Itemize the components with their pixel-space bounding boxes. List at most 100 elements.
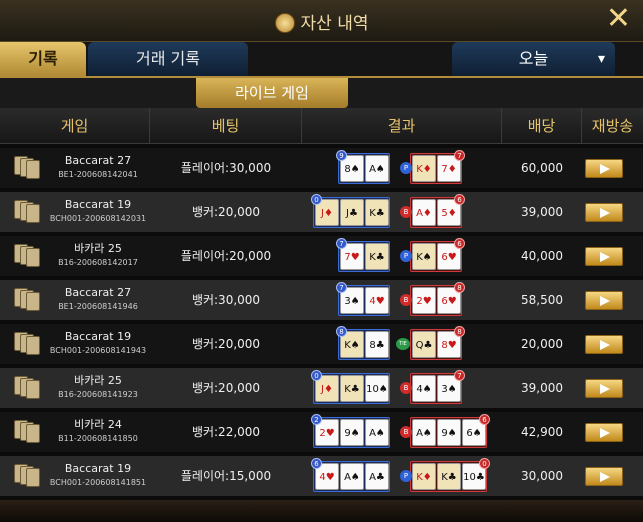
game-name: 비카라 24 B11-200608141850: [48, 418, 148, 446]
replay-button[interactable]: [585, 379, 623, 398]
playing-card: A♦: [412, 199, 436, 226]
banker-hand: K♠ 6♥ 6: [410, 238, 465, 272]
playing-card: A♠: [365, 419, 389, 446]
table-header: 게임 베팅 결과 배당 재방송: [0, 108, 643, 144]
table-row: 바카라 25 B16-200608142017 플레이어:20,000 7♥ K♣ 7 K♠…: [0, 236, 643, 276]
game-round-id: BE1-200608142041: [58, 170, 138, 179]
card-shape: [26, 292, 40, 311]
tab-row: 기록 거래 기록 오늘 ▾: [0, 42, 643, 76]
playing-card: K♦: [412, 155, 436, 182]
playing-card: 8♣: [365, 331, 389, 358]
game-title: 바카라 25: [74, 374, 122, 387]
playing-card: A♣: [365, 463, 389, 490]
subtab-live-game[interactable]: 라이브 게임: [196, 78, 348, 108]
cards-icon: [14, 200, 40, 223]
banker-score: 6: [454, 238, 465, 249]
player-hand: 4♥ A♠ A♣ 6: [311, 458, 390, 492]
player-hand: 8♠ A♠ 9: [336, 150, 390, 184]
replay-button[interactable]: [585, 159, 623, 178]
replay-button[interactable]: [585, 203, 623, 222]
game-round-id: BE1-200608141946: [58, 302, 138, 311]
close-icon[interactable]: ✕: [606, 4, 631, 34]
game-name: 바카라 25 B16-200608141923: [48, 374, 148, 402]
footer-background: [0, 500, 643, 522]
period-dropdown[interactable]: 오늘 ▾: [452, 42, 615, 76]
table-row: 비카라 24 B11-200608141850 뱅커:22,000 2♥ 9♠ A♠ 2 A♠…: [0, 412, 643, 452]
payout-amount: 60,000: [521, 161, 563, 175]
bet-amount: 뱅커:20,000: [191, 337, 261, 351]
playing-card: A♠: [412, 419, 436, 446]
player-score: 7: [336, 238, 347, 249]
coin-icon: [274, 13, 295, 33]
cards-icon: [14, 376, 40, 399]
header-bet: 베팅: [150, 108, 302, 144]
tab-transactions[interactable]: 거래 기록: [88, 42, 248, 76]
banker-hand: 2♥ 6♥ 8: [410, 282, 465, 316]
replay-button[interactable]: [585, 247, 623, 266]
game-name: Baccarat 19 BCH001-200608142031: [48, 198, 148, 226]
replay-button[interactable]: [585, 423, 623, 442]
playing-card: K♦: [412, 463, 436, 490]
banker-hand: 4♠ 3♠ 7: [410, 370, 465, 404]
game-title: 비카라 24: [74, 418, 122, 431]
player-score: 6: [311, 458, 322, 469]
winner-badge: B: [400, 426, 412, 438]
winner-badge: B: [400, 294, 412, 306]
tab-records[interactable]: 기록: [0, 42, 86, 76]
playing-card: K♣: [340, 375, 364, 402]
player-hand: K♠ 8♣ 8: [336, 326, 390, 360]
game-title: Baccarat 27: [64, 154, 132, 167]
table-row: Baccarat 27 BE1-200608141946 뱅커:30,000 3♠ 4♥…: [0, 280, 643, 320]
table-row: Baccarat 19 BCH001-200608141943 뱅커:20,000 K…: [0, 324, 643, 364]
winner-badge: P: [400, 470, 412, 482]
player-score: 2: [311, 414, 322, 425]
playing-card: K♠: [412, 243, 436, 270]
game-round-id: B16-200608141923: [58, 390, 138, 399]
replay-button[interactable]: [585, 467, 623, 486]
game-name: 바카라 25 B16-200608142017: [48, 242, 148, 270]
playing-card: J♣: [340, 199, 364, 226]
banker-score: 8: [454, 326, 465, 337]
card-shape: [26, 204, 40, 223]
bet-amount: 뱅커:20,000: [191, 205, 261, 219]
game-title: Baccarat 19: [64, 198, 132, 211]
game-round-id: BCH001-200608141943: [49, 346, 147, 355]
game-title: Baccarat 19: [64, 330, 132, 343]
banker-hand: Q♣ 8♥ 8: [410, 326, 465, 360]
player-score: 7: [336, 282, 347, 293]
playing-card: 4♥: [365, 287, 389, 314]
playing-card: K♣: [437, 463, 461, 490]
game-round-id: B16-200608142017: [58, 258, 138, 267]
cards-icon: [14, 288, 40, 311]
banker-score: 8: [454, 282, 465, 293]
game-round-id: B11-200608141850: [58, 434, 138, 443]
bet-amount: 플레이어:15,000: [180, 469, 272, 483]
dialog-title: 자산 내역: [0, 9, 643, 34]
replay-button[interactable]: [585, 291, 623, 310]
player-score: 0: [311, 370, 322, 381]
replay-button[interactable]: [585, 335, 623, 354]
payout-amount: 58,500: [521, 293, 563, 307]
cards-icon: [14, 332, 40, 355]
player-hand: 7♥ K♣ 7: [336, 238, 390, 272]
bet-amount: 뱅커:20,000: [191, 381, 261, 395]
player-score: 8: [336, 326, 347, 337]
winner-badge: B: [400, 206, 412, 218]
table-row: Baccarat 19 BCH001-200608142031 뱅커:20,000 J…: [0, 192, 643, 232]
cards-icon: [14, 244, 40, 267]
card-shape: [26, 160, 40, 179]
card-shape: [26, 248, 40, 267]
winner-badge: B: [400, 382, 412, 394]
playing-card: K♣: [365, 199, 389, 226]
subtab-row: 라이브 게임: [0, 76, 643, 108]
player-hand: 2♥ 9♠ A♠ 2: [311, 414, 390, 448]
header-game: 게임: [0, 108, 150, 144]
title-text: 자산 내역: [300, 14, 369, 34]
cards-icon: [14, 420, 40, 443]
winner-badge: P: [400, 250, 412, 262]
header-payout: 배당: [502, 108, 582, 144]
playing-card: K♣: [365, 243, 389, 270]
cards-icon: [14, 464, 40, 487]
card-shape: [26, 424, 40, 443]
playing-card: 2♥: [412, 287, 436, 314]
